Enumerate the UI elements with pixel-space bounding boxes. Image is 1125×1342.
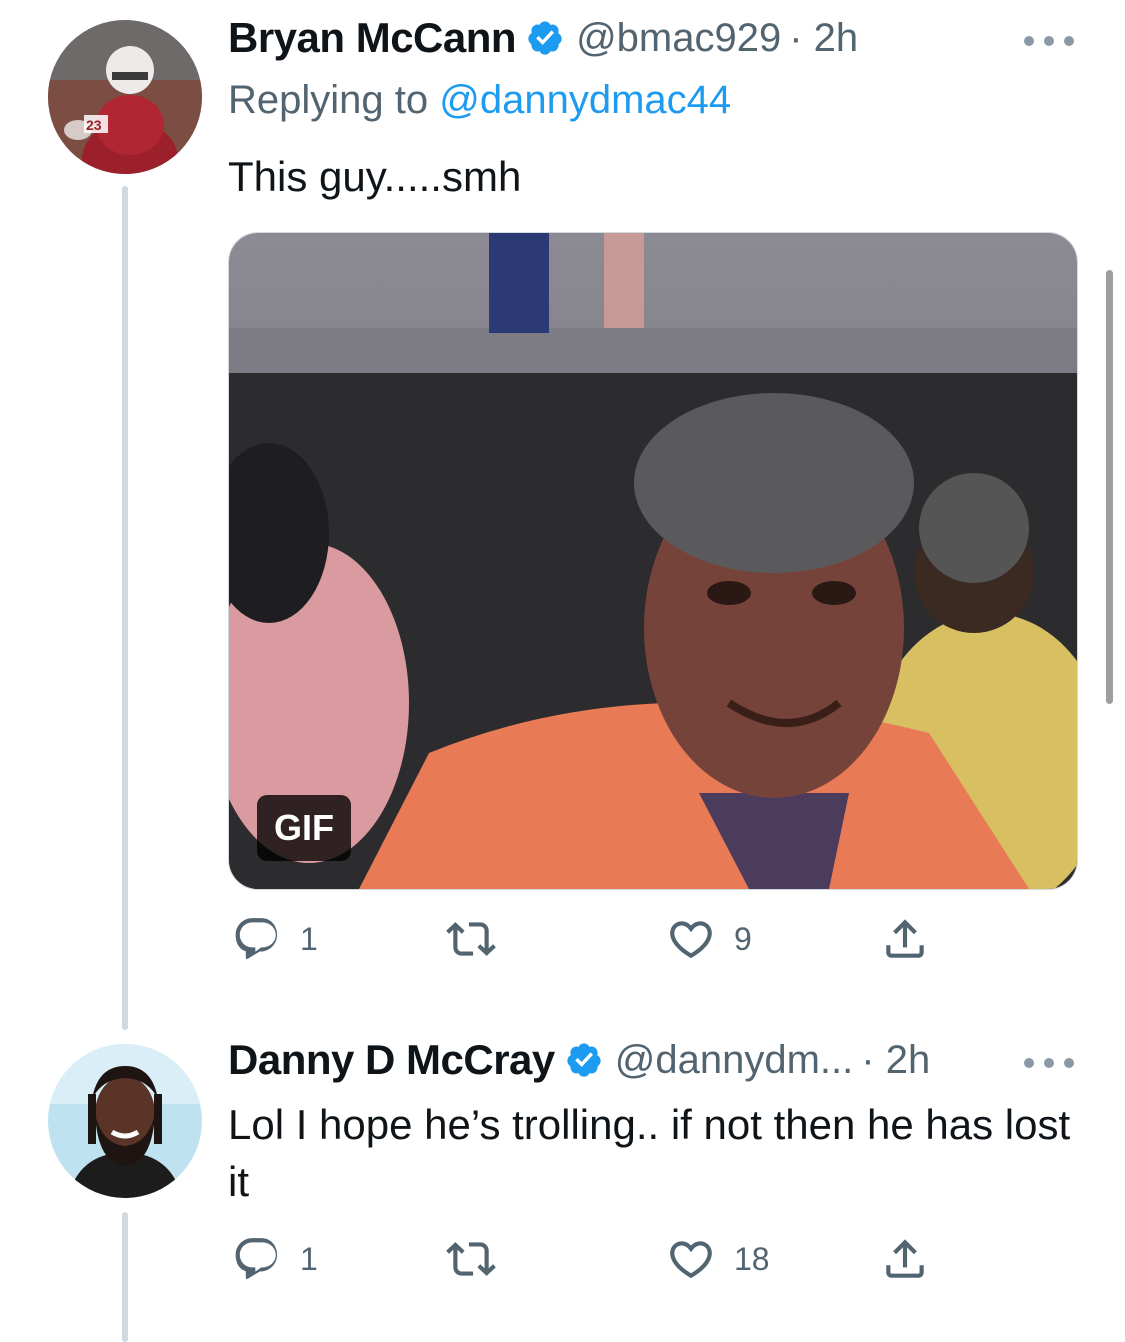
- more-options-icon[interactable]: [1024, 34, 1074, 48]
- reply-icon: [235, 918, 278, 960]
- timestamp[interactable]: · 2h: [861, 1038, 930, 1083]
- verified-badge-icon: [528, 21, 562, 55]
- like-button[interactable]: 9: [666, 914, 752, 964]
- share-icon: [886, 919, 924, 958]
- share-button[interactable]: [880, 914, 930, 964]
- reply-icon: [235, 1238, 278, 1280]
- share-button[interactable]: [880, 1234, 930, 1284]
- reply-button[interactable]: 1: [232, 914, 318, 964]
- author-name[interactable]: Danny D McCray: [228, 1036, 555, 1084]
- tweet-header: Danny D McCray @dannydm... · 2h: [228, 1036, 930, 1084]
- author-handle[interactable]: @dannydm...: [615, 1038, 854, 1083]
- scrollbar[interactable]: [1106, 270, 1113, 704]
- retweet-icon: [446, 922, 496, 956]
- reply-count: 1: [300, 920, 318, 957]
- gif-badge: GIF: [257, 795, 351, 861]
- gif-image: [229, 233, 1077, 889]
- heart-icon: [670, 921, 712, 959]
- like-button[interactable]: 18: [666, 1234, 770, 1284]
- retweet-icon: [446, 1242, 496, 1276]
- replying-label: Replying to: [228, 78, 429, 122]
- like-count: 9: [734, 920, 752, 957]
- author-handle[interactable]: @bmac929: [576, 16, 781, 61]
- replying-handle-link[interactable]: @dannydmac44: [439, 78, 731, 122]
- reply-button[interactable]: 1: [232, 1234, 318, 1284]
- more-options-icon[interactable]: [1024, 1056, 1074, 1070]
- thread-line: [122, 1212, 128, 1342]
- svg-text:23: 23: [86, 117, 102, 133]
- tweet-header: Bryan McCann @bmac929 · 2h: [228, 14, 858, 62]
- tweet-text: Lol I hope he’s trolling.. if not then h…: [228, 1101, 1071, 1205]
- avatar[interactable]: [48, 1044, 202, 1198]
- like-count: 18: [734, 1240, 770, 1277]
- timestamp[interactable]: · 2h: [789, 16, 858, 61]
- thread-line: [122, 186, 128, 1030]
- author-name[interactable]: Bryan McCann: [228, 14, 517, 62]
- share-icon: [886, 1239, 924, 1278]
- football-player-avatar-icon: 23: [48, 20, 202, 174]
- heart-icon: [670, 1241, 712, 1279]
- verified-badge-icon: [567, 1043, 601, 1077]
- tweet-text: This guy.....smh: [228, 153, 522, 200]
- replying-to: Replying to @dannydmac44: [228, 78, 731, 123]
- bearded-man-avatar-icon: [48, 1044, 202, 1198]
- retweet-button[interactable]: [446, 1234, 496, 1284]
- retweet-button[interactable]: [446, 914, 496, 964]
- gif-media[interactable]: GIF: [228, 232, 1078, 890]
- reply-count: 1: [300, 1240, 318, 1277]
- avatar[interactable]: 23: [48, 20, 202, 174]
